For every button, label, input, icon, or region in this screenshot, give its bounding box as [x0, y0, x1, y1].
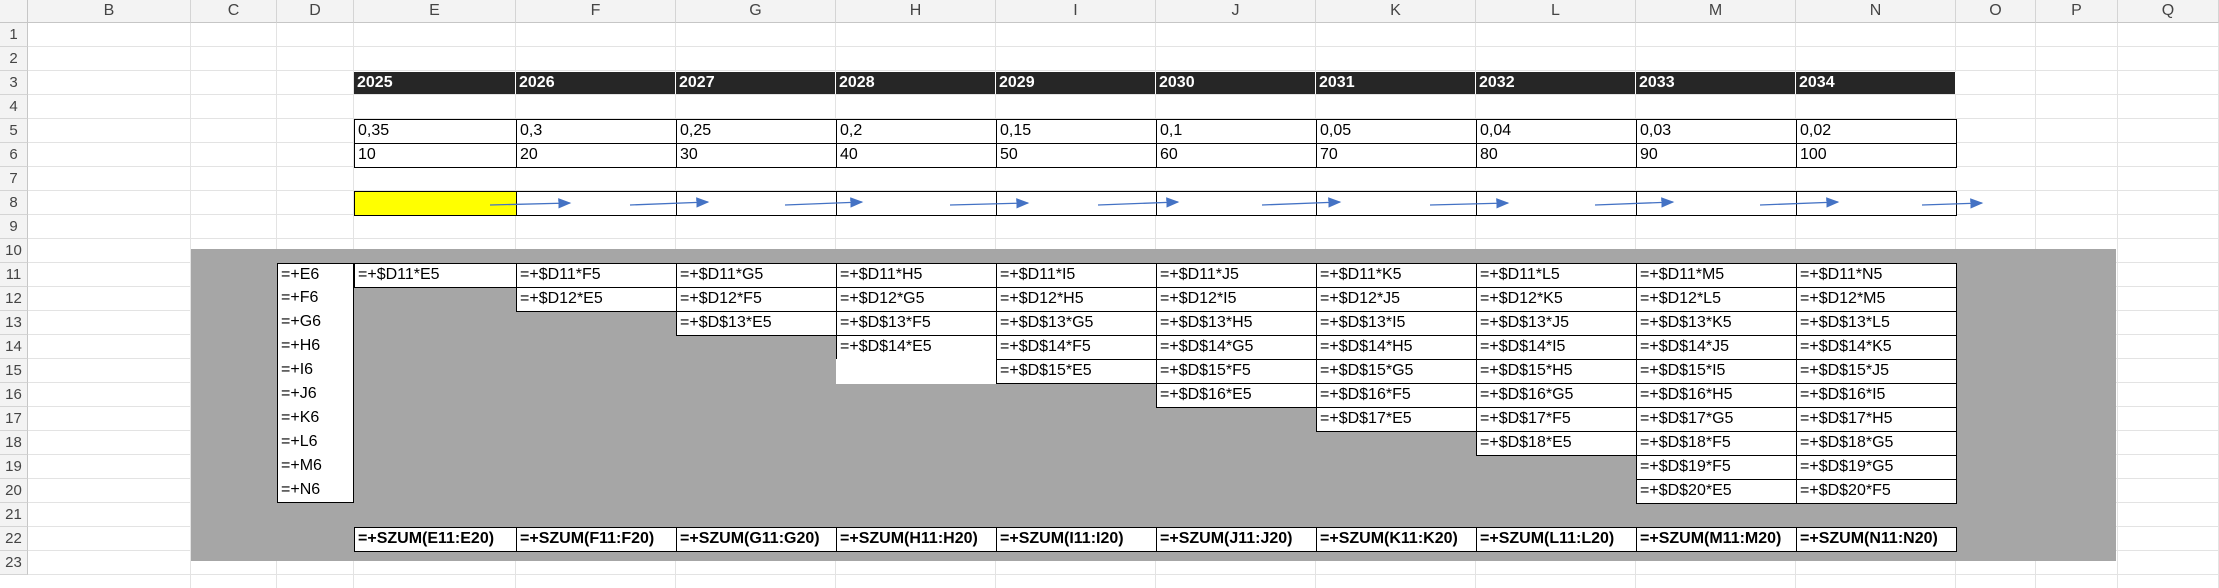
arrow-shape[interactable] [1921, 198, 1984, 209]
arrow-shape[interactable] [949, 198, 1030, 209]
spreadsheet-grid[interactable]: B C D E F G H I J K L M N O P Q 1 2 3 4 5 6 7 8 9 10 11 12 13 14 15 16 1… [0, 0, 2219, 588]
arrow-shape[interactable] [1261, 197, 1342, 208]
arrow-shape[interactable] [489, 198, 572, 209]
arrow-shape[interactable] [1097, 197, 1180, 208]
arrow-shape[interactable] [1429, 198, 1510, 209]
arrow-shape[interactable] [1594, 197, 1675, 208]
arrows-layer [489, 197, 1984, 209]
arrow-shape[interactable] [1759, 197, 1840, 208]
arrow-shape[interactable] [784, 197, 864, 208]
arrow-shape[interactable] [629, 197, 710, 208]
